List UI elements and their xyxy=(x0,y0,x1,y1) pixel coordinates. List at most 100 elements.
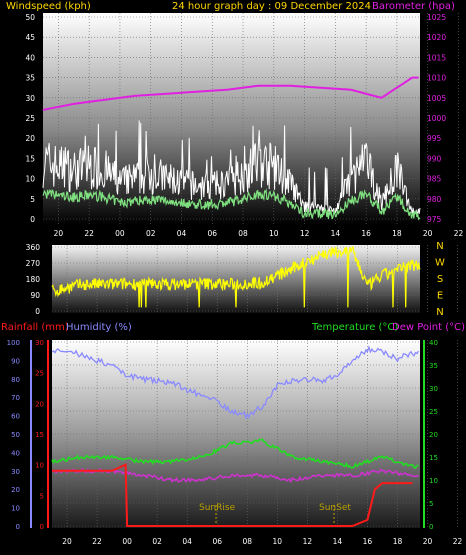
rainfall-tick-label: 25 xyxy=(35,370,44,378)
wind-tick-label: 45 xyxy=(25,33,35,42)
climate-x-label: 22 xyxy=(453,537,463,546)
wind-tick-label: 5 xyxy=(30,195,35,204)
wind-x-label: 20 xyxy=(54,229,64,238)
wind-y-ticks: 0 5 10 15 20 25 30 35 40 45 50 xyxy=(25,13,35,224)
temperature-tick-label: 5 xyxy=(429,500,433,508)
climate-x-label: 16 xyxy=(363,537,373,546)
wind-tick-label: 40 xyxy=(25,53,35,62)
wind-x-label: 12 xyxy=(300,229,310,238)
wind-x-label: 18 xyxy=(392,229,402,238)
sunrise-label: SunRise xyxy=(199,503,236,513)
chart-title: 24 hour graph day : 09 December 2024 xyxy=(172,1,371,12)
climate-x-label: 20 xyxy=(62,537,72,546)
rainfall-tick-label: 20 xyxy=(35,400,44,408)
barometer-axis-title: Barometer (hpa) xyxy=(372,1,455,12)
humidity-y-ticks: 0 10 20 30 40 50 60 70 80 90 100 xyxy=(7,339,20,531)
climate-x-tick-labels: 202200020406081012141618202200 xyxy=(62,537,463,546)
humidity-tick-label: 40 xyxy=(11,449,20,457)
rainfall-tick-label: 5 xyxy=(40,492,44,500)
humidity-axis-title: Humidity (%) xyxy=(66,322,132,333)
temperature-axis-title: Temperature (°C) xyxy=(311,322,398,333)
temperature-tick-label: 30 xyxy=(429,385,438,393)
temperature-tick-label: 0 xyxy=(429,523,433,531)
humidity-tick-label: 20 xyxy=(11,486,20,494)
temperature-y-ticks: 0 5 10 15 20 25 30 35 40 xyxy=(429,339,438,531)
climate-x-label: 00 xyxy=(122,537,132,546)
barometer-tick-label: 1005 xyxy=(427,94,446,103)
wind-tick-label: 10 xyxy=(25,175,35,184)
climate-x-label: 14 xyxy=(333,537,343,546)
direction-tick-label: 90 xyxy=(30,291,40,300)
barometer-tick-label: 980 xyxy=(427,195,442,204)
humidity-tick-label: 80 xyxy=(11,376,20,384)
compass-letter: N xyxy=(436,241,443,252)
direction-y-ticks: 0 90 180 270 360 xyxy=(26,243,41,316)
rainfall-tick-label: 0 xyxy=(40,523,44,531)
wind-x-label: 02 xyxy=(146,229,156,238)
barometer-tick-label: 995 xyxy=(427,134,442,143)
temperature-tick-label: 25 xyxy=(429,408,438,416)
temperature-tick-label: 40 xyxy=(429,339,438,347)
barometer-tick-label: 1025 xyxy=(427,13,446,22)
wind-x-label: 04 xyxy=(177,229,187,238)
climate-x-label: 12 xyxy=(303,537,313,546)
humidity-tick-label: 60 xyxy=(11,413,20,421)
wind-tick-label: 15 xyxy=(25,154,35,163)
wind-tick-label: 0 xyxy=(30,215,35,224)
rainfall-tick-label: 15 xyxy=(35,431,44,439)
rainfall-axis-title: Rainfall (mm) xyxy=(1,322,69,333)
climate-x-label: 08 xyxy=(242,537,252,546)
barometer-tick-label: 1020 xyxy=(427,33,446,42)
compass-letter: W xyxy=(435,258,445,269)
humidity-tick-label: 70 xyxy=(11,394,20,402)
climate-x-label: 06 xyxy=(212,537,222,546)
temperature-tick-label: 15 xyxy=(429,454,438,462)
humidity-tick-label: 10 xyxy=(11,505,20,513)
wind-x-label: 22 xyxy=(84,229,94,238)
barometer-tick-label: 1000 xyxy=(427,114,446,123)
humidity-tick-label: 100 xyxy=(7,339,20,347)
direction-tick-label: 360 xyxy=(26,243,41,252)
weather-graph: Windspeed (kph) 24 hour graph day : 09 D… xyxy=(1,1,465,546)
wind-tick-label: 30 xyxy=(25,94,35,103)
barometer-tick-label: 1015 xyxy=(427,53,446,62)
wind-x-label: 20 xyxy=(423,229,433,238)
direction-tick-label: 270 xyxy=(26,259,41,268)
temperature-tick-label: 20 xyxy=(429,431,438,439)
dewpoint-axis-title: Dew Point (°C) xyxy=(392,322,465,333)
wind-x-tick-labels: 202200020406081012141618202200 xyxy=(54,229,464,238)
wind-x-label: 00 xyxy=(115,229,125,238)
climate-x-label: 04 xyxy=(182,537,192,546)
humidity-tick-label: 0 xyxy=(16,523,20,531)
climate-x-label: 20 xyxy=(423,537,433,546)
wind-x-label: 14 xyxy=(331,229,341,238)
wind-tick-label: 25 xyxy=(25,114,35,123)
rainfall-tick-label: 10 xyxy=(35,462,44,470)
climate-x-label: 22 xyxy=(92,537,102,546)
climate-x-label: 10 xyxy=(273,537,283,546)
climate-x-label: 18 xyxy=(393,537,403,546)
wind-x-label: 06 xyxy=(207,229,217,238)
direction-tick-label: 180 xyxy=(26,275,41,284)
wind-x-label: 22 xyxy=(454,229,464,238)
rainfall-y-ticks: 0 5 10 15 20 25 30 xyxy=(35,339,44,531)
humidity-tick-label: 50 xyxy=(11,431,20,439)
wind-tick-label: 20 xyxy=(25,134,35,143)
compass-letter: S xyxy=(437,274,443,285)
barometer-tick-label: 975 xyxy=(427,215,442,224)
temperature-tick-label: 35 xyxy=(429,362,438,370)
sunset-label: SunSet xyxy=(319,503,351,513)
climate-x-label: 02 xyxy=(152,537,162,546)
temperature-tick-label: 10 xyxy=(429,477,438,485)
wind-tick-label: 50 xyxy=(25,13,35,22)
direction-tick-label: 0 xyxy=(35,307,40,316)
barometer-y-ticks: 975 980 985 990 995 1000 1005 1010 1015 1020 1025 xyxy=(427,13,446,224)
barometer-tick-label: 990 xyxy=(427,154,442,163)
rainfall-tick-label: 30 xyxy=(35,339,44,347)
barometer-tick-label: 1010 xyxy=(427,74,446,83)
compass-letter: N xyxy=(436,307,443,318)
humidity-tick-label: 30 xyxy=(11,468,20,476)
wind-x-label: 10 xyxy=(269,229,279,238)
wind-x-label: 08 xyxy=(238,229,248,238)
humidity-tick-label: 90 xyxy=(11,357,20,365)
